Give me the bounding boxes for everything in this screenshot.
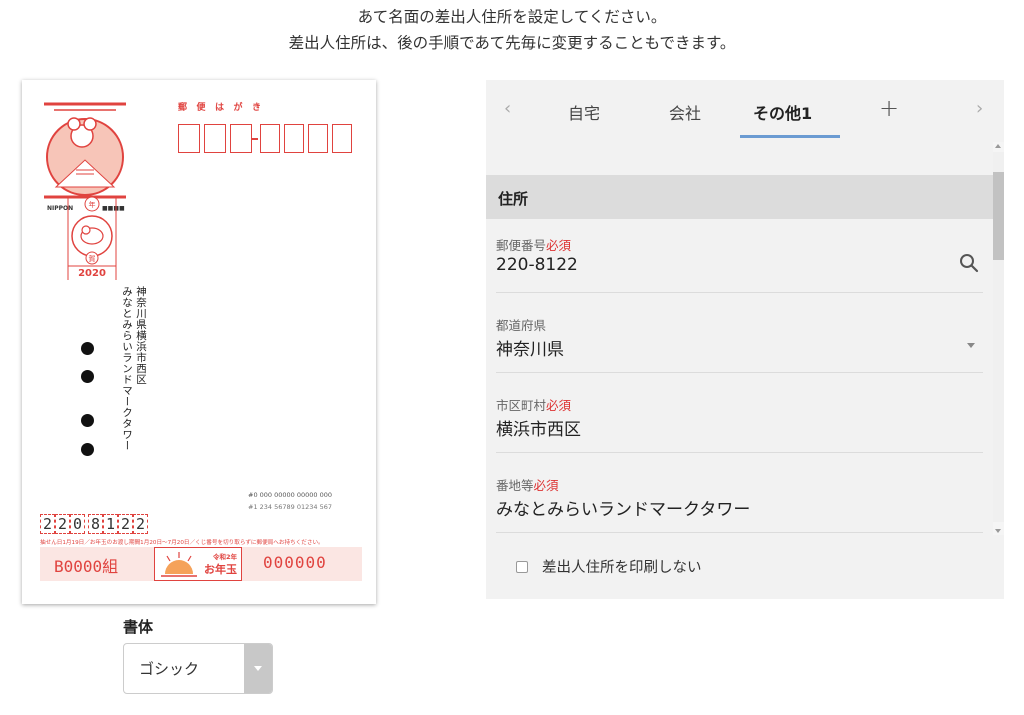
sunrise-icon [161, 552, 197, 577]
chevron-down-icon [254, 666, 262, 671]
zip-box [284, 124, 304, 153]
sender-address-vertical: 神奈川県横浜市西区 みなとみらいランドマークタワー [120, 286, 148, 451]
section-header: 住所 [486, 175, 993, 219]
zip-box [230, 124, 252, 153]
scroll-up-icon[interactable] [995, 144, 1001, 148]
postcard-preview: NIPPON ■■■■ 郵便はがき 年 賀 2020 神奈川県横浜市西区 みなと… [22, 80, 376, 604]
city-input[interactable]: 横浜市西区 [496, 415, 581, 440]
barcode-dot [81, 342, 94, 355]
no-print-option[interactable]: 差出人住所を印刷しない [516, 556, 702, 577]
postmark-year: 2020 [78, 268, 106, 279]
postal-code-field[interactable]: 郵便番号必須 220-8122 [496, 235, 983, 293]
tab-prev-icon[interactable]: ‹ [504, 98, 511, 119]
postmark-bottom: 賀 [89, 254, 96, 263]
street-input[interactable]: みなとみらいランドマークタワー [496, 495, 750, 520]
scroll-thumb[interactable] [993, 172, 1004, 260]
font-select[interactable]: ゴシック [123, 643, 273, 694]
sender-address-line-1: 神奈川県横浜市西区 [135, 286, 147, 385]
lottery-note: 抽せん日1月19日／お年玉のお渡し期間1月20日～7月20日／くじ番号を切り取ら… [40, 540, 324, 546]
form-scrollbar[interactable] [993, 142, 1004, 535]
zip-box [178, 124, 200, 153]
lottery-emblem-year: 令和2年 [212, 553, 237, 561]
chevron-down-icon[interactable] [967, 343, 975, 348]
font-select-arrow[interactable] [244, 644, 272, 693]
required-mark: 必須 [533, 478, 559, 493]
lottery-strip: B0000組 令和2年 お年玉 000000 [40, 547, 362, 581]
required-mark: 必須 [546, 238, 572, 253]
zip-box [308, 124, 328, 153]
city-label: 市区町村必須 [496, 398, 572, 413]
postmark-top: 年 [89, 200, 96, 209]
tab-next-icon[interactable]: › [976, 98, 983, 119]
zip-hyphen [252, 138, 258, 140]
no-print-checkbox[interactable] [516, 560, 528, 573]
serial-number-1: #0 000 00000 00000 000 [248, 491, 333, 499]
sender-zip-digit: 8 [88, 514, 103, 534]
lottery-group: B0000組 [54, 557, 119, 576]
instruction-line-1: あて名面の差出人住所を設定してください。 [357, 8, 667, 26]
sender-zip-digit: 2 [133, 514, 148, 534]
sender-zip-boxes: 2 2 0 8 1 2 2 [40, 514, 148, 534]
postal-code-input[interactable]: 220-8122 [496, 255, 578, 275]
zip-box [260, 124, 280, 153]
sender-zip-digit: 2 [118, 514, 133, 534]
sender-zip-digit: 0 [70, 514, 85, 534]
tab-other-1[interactable]: その他1 [753, 100, 812, 124]
section-title: 住所 [498, 190, 529, 208]
tab-active-indicator [740, 135, 840, 138]
street-field[interactable]: 番地等必須 みなとみらいランドマークタワー [496, 475, 983, 533]
sender-zip-digit: 2 [55, 514, 70, 534]
postal-code-label: 郵便番号必須 [496, 238, 572, 253]
required-mark: 必須 [546, 398, 572, 413]
zip-box [204, 124, 226, 153]
serial-number-2: #1 234 56789 01234 567 [248, 503, 333, 511]
lottery-number: 000000 [263, 553, 327, 572]
search-icon[interactable] [959, 253, 979, 273]
address-form: 住所 郵便番号必須 220-8122 都道府県 神奈川県 市区町村必須 横浜市西… [486, 175, 993, 535]
tab-bar: ‹ 自宅 会社 その他1 + › [486, 80, 1004, 142]
recipient-zip-boxes [178, 124, 356, 153]
barcode-dot [81, 443, 94, 456]
zip-box [332, 124, 352, 153]
prefecture-field[interactable]: 都道府県 神奈川県 [496, 315, 983, 373]
lottery-emblem-label: お年玉 [204, 563, 237, 576]
sender-address-line-2: みなとみらいランドマークタワー [121, 286, 133, 451]
city-field[interactable]: 市区町村必須 横浜市西区 [496, 395, 983, 453]
no-print-label[interactable]: 差出人住所を印刷しない [542, 556, 702, 577]
lottery-emblem: 令和2年 お年玉 [154, 547, 242, 581]
scroll-track[interactable] [993, 152, 1004, 522]
font-label: 書体 [123, 618, 154, 636]
instruction-line-2: 差出人住所は、後の手順であて先毎に変更することもできます。 [288, 34, 736, 52]
tab-home[interactable]: 自宅 [568, 100, 600, 124]
sender-zip-digit: 1 [103, 514, 118, 534]
tab-company[interactable]: 会社 [669, 100, 701, 124]
instructions: あて名面の差出人住所を設定してください。 差出人住所は、後の手順であて先毎に変更… [0, 4, 1024, 56]
yubin-title: 郵便はがき [178, 103, 271, 113]
prefecture-select[interactable]: 神奈川県 [496, 335, 564, 360]
postmark-icon: 年 賀 2020 [67, 196, 117, 280]
barcode-dot [81, 370, 94, 383]
street-label: 番地等必須 [496, 478, 559, 493]
add-tab-icon[interactable]: + [879, 94, 899, 122]
scroll-down-icon[interactable] [995, 529, 1001, 533]
sender-settings-panel: ‹ 自宅 会社 その他1 + › 住所 郵便番号必須 220-8122 都道府県… [486, 80, 1004, 599]
sender-zip-digit: 2 [40, 514, 55, 534]
font-select-value: ゴシック [139, 660, 200, 678]
barcode-dot [81, 414, 94, 427]
prefecture-label: 都道府県 [496, 318, 547, 333]
